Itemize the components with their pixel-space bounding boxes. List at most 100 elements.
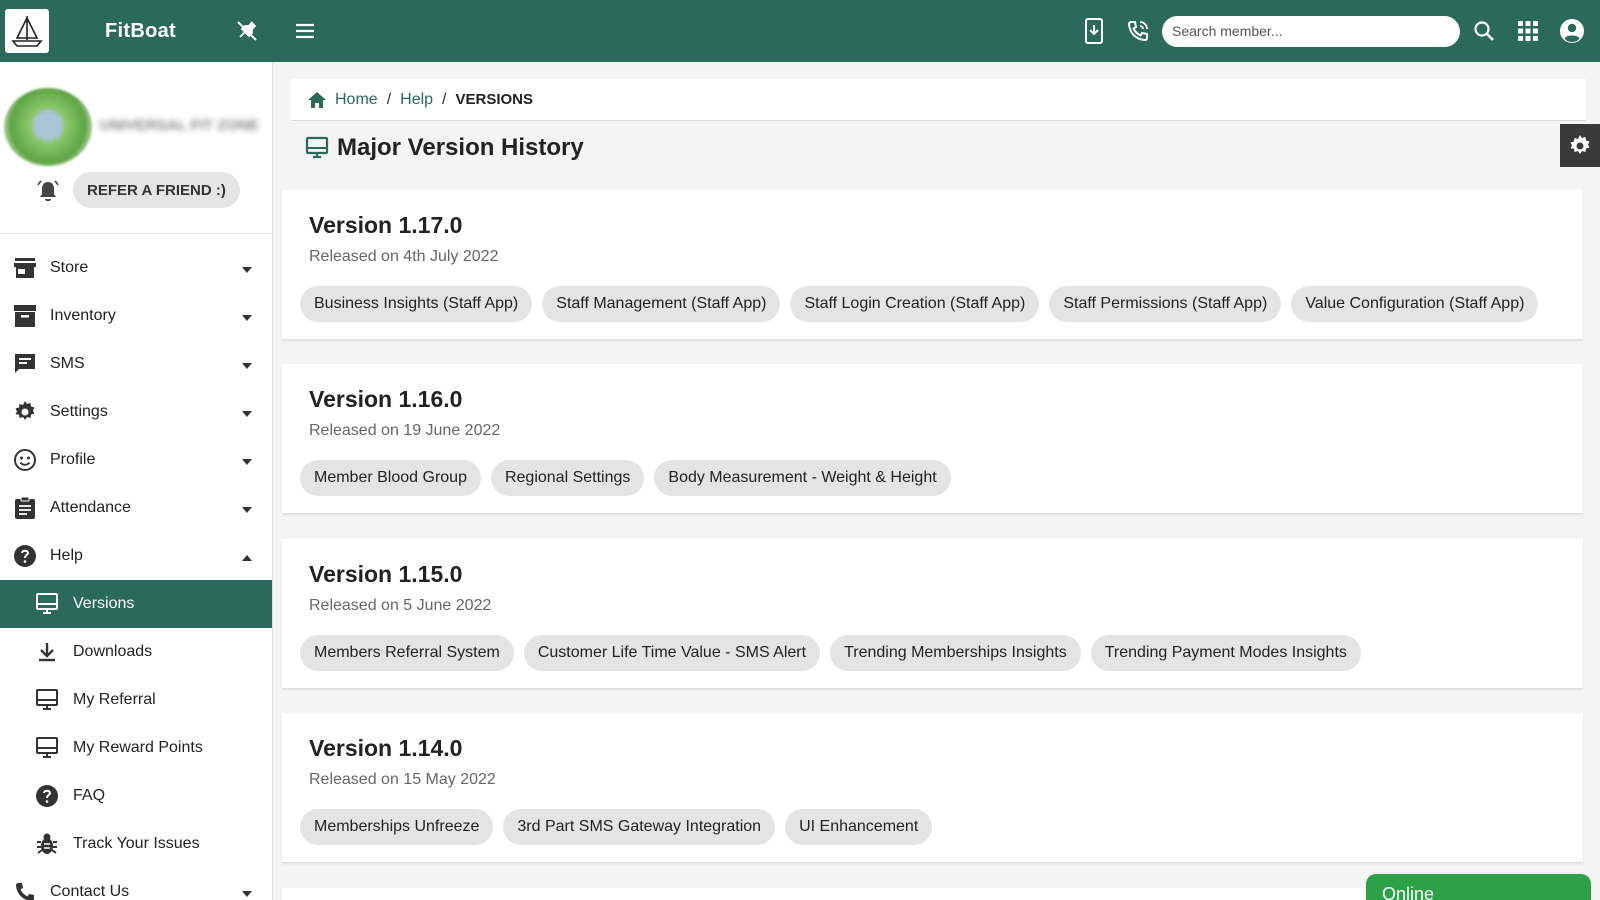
release-date: Released on 5 June 2022 (309, 597, 492, 614)
version-title: Version 1.16.0 (309, 386, 463, 412)
settings-panel-toggle[interactable] (1560, 124, 1600, 167)
caret-down-icon (241, 309, 253, 327)
account-circle-icon[interactable] (1554, 13, 1590, 49)
monitor-icon (0, 736, 73, 760)
sidebar-item-track-your-issues[interactable]: Track Your Issues (0, 820, 272, 868)
feature-chips: Member Blood Group Regional Settings Bod… (300, 460, 951, 496)
release-date: Released on 4th July 2022 (309, 248, 499, 265)
version-card: Version 1.17.0 Released on 4th July 2022… (282, 190, 1583, 340)
feature-chip[interactable]: Staff Login Creation (Staff App) (790, 286, 1040, 322)
sidebar-item-label: FAQ (73, 787, 106, 804)
hamburger-menu-icon[interactable] (293, 19, 317, 43)
sidebar-item-label: Downloads (73, 643, 153, 660)
bug-icon (0, 832, 73, 856)
home-icon[interactable] (307, 91, 327, 109)
breadcrumb-current: VERSIONS (455, 91, 534, 108)
feature-chip[interactable]: Trending Memberships Insights (830, 635, 1081, 671)
sidebar-item-contact-us[interactable]: Contact Us (0, 868, 272, 900)
online-status-badge[interactable]: Online (1366, 874, 1591, 900)
feature-chip[interactable]: Staff Management (Staff App) (542, 286, 781, 322)
help-icon (0, 784, 73, 808)
caret-up-icon (241, 549, 253, 567)
sidebar-item-sms[interactable]: SMS (0, 340, 272, 388)
logo[interactable] (5, 9, 49, 53)
sidebar-item-label: Store (50, 259, 89, 276)
sidebar-item-label: My Reward Points (73, 739, 203, 756)
page-title-row: Major Version History (305, 134, 584, 162)
feature-chips: Members Referral System Customer Life Ti… (300, 635, 1361, 671)
feature-chip[interactable]: UI Enhancement (785, 809, 933, 845)
refer-a-friend-button[interactable]: REFER A FRIEND :) (73, 172, 240, 208)
feature-chip[interactable]: Member Blood Group (300, 460, 481, 496)
feature-chips: Business Insights (Staff App) Staff Mana… (300, 286, 1539, 322)
sidebar-item-attendance[interactable]: Attendance (0, 484, 272, 532)
smiley-icon (0, 448, 50, 472)
profile-panel: UNIVERSAL FIT ZONE REFER A FRIEND :) (0, 62, 272, 234)
breadcrumb-help-link[interactable]: Help (400, 91, 433, 109)
feature-chips: Memberships Unfreeze 3rd Part SMS Gatewa… (300, 809, 933, 845)
feature-chip[interactable]: Members Referral System (300, 635, 514, 671)
monitor-icon (0, 688, 73, 712)
search-member-input[interactable] (1162, 15, 1460, 47)
sidebar-item-faq[interactable]: FAQ (0, 772, 272, 820)
caret-down-icon (241, 885, 253, 900)
version-title: Version 1.17.0 (309, 212, 463, 238)
clipboard-icon (0, 496, 50, 520)
help-icon (0, 544, 50, 568)
top-right-actions (1076, 0, 1600, 62)
store-icon (0, 257, 50, 279)
feature-chip[interactable]: Customer Life Time Value - SMS Alert (523, 635, 821, 671)
sailboat-icon (11, 16, 43, 47)
sidebar-item-inventory[interactable]: Inventory (0, 292, 272, 340)
caret-down-icon (241, 405, 253, 423)
feature-chip[interactable]: Value Configuration (Staff App) (1291, 286, 1539, 322)
feature-chip[interactable]: 3rd Part SMS Gateway Integration (503, 809, 776, 845)
version-card: Version 1.15.0 Released on 5 June 2022 M… (282, 539, 1583, 689)
sidebar-item-label: SMS (50, 355, 85, 372)
sidebar-item-downloads[interactable]: Downloads (0, 628, 272, 676)
sidebar-item-my-reward-points[interactable]: My Reward Points (0, 724, 272, 772)
feature-chip[interactable]: Staff Permissions (Staff App) (1049, 286, 1282, 322)
sidebar-item-store[interactable]: Store (0, 244, 272, 292)
feature-chip[interactable]: Memberships Unfreeze (300, 809, 494, 845)
phone-icon (0, 880, 50, 900)
breadcrumb-home-link[interactable]: Home (335, 91, 378, 109)
apps-grid-icon[interactable] (1510, 13, 1546, 49)
sms-icon (0, 352, 50, 376)
feature-chip[interactable]: Business Insights (Staff App) (300, 286, 533, 322)
inventory-icon (0, 304, 50, 328)
sidebar-item-my-referral[interactable]: My Referral (0, 676, 272, 724)
sidebar: UNIVERSAL FIT ZONE REFER A FRIEND :) Sto… (0, 62, 273, 900)
breadcrumb-separator: / (386, 90, 392, 108)
avatar[interactable] (4, 88, 92, 166)
version-title: Version 1.15.0 (309, 561, 463, 587)
sidebar-item-label: Inventory (50, 307, 116, 324)
breadcrumb-separator: / (442, 90, 447, 108)
sidebar-item-label: Contact Us (50, 883, 130, 900)
sidebar-item-help[interactable]: Help (0, 532, 272, 580)
sidebar-item-versions[interactable]: Versions (0, 580, 272, 628)
version-title: Version 1.14.0 (309, 735, 463, 761)
phone-call-icon[interactable] (1120, 13, 1156, 49)
mobile-download-icon[interactable] (1076, 13, 1112, 49)
sidebar-item-profile[interactable]: Profile (0, 436, 272, 484)
brand-area: FitBoat (0, 0, 273, 62)
feature-chip[interactable]: Regional Settings (490, 460, 645, 496)
breadcrumb: Home / Help / VERSIONS (291, 79, 1586, 121)
sidebar-nav: Store Inventory SMS Settings Profile Att… (0, 244, 272, 900)
sidebar-item-label: Attendance (50, 499, 131, 516)
release-date: Released on 19 June 2022 (309, 422, 501, 439)
main-content: Home / Help / VERSIONS Major Version His… (282, 62, 1600, 900)
bell-snooze-icon[interactable] (36, 179, 60, 208)
unpin-icon[interactable] (235, 19, 259, 43)
settings-icon (0, 400, 50, 424)
feature-chip[interactable]: Trending Payment Modes Insights (1090, 635, 1361, 671)
sidebar-item-label: Settings (50, 403, 108, 420)
search-icon[interactable] (1466, 13, 1502, 49)
sidebar-item-settings[interactable]: Settings (0, 388, 272, 436)
sidebar-item-label: My Referral (73, 691, 156, 708)
release-date: Released on 15 May 2022 (309, 771, 496, 788)
version-card: Version 1.14.0 Released on 15 May 2022 M… (282, 713, 1583, 863)
sidebar-item-label: Profile (50, 451, 96, 468)
feature-chip[interactable]: Body Measurement - Weight & Height (654, 460, 951, 496)
